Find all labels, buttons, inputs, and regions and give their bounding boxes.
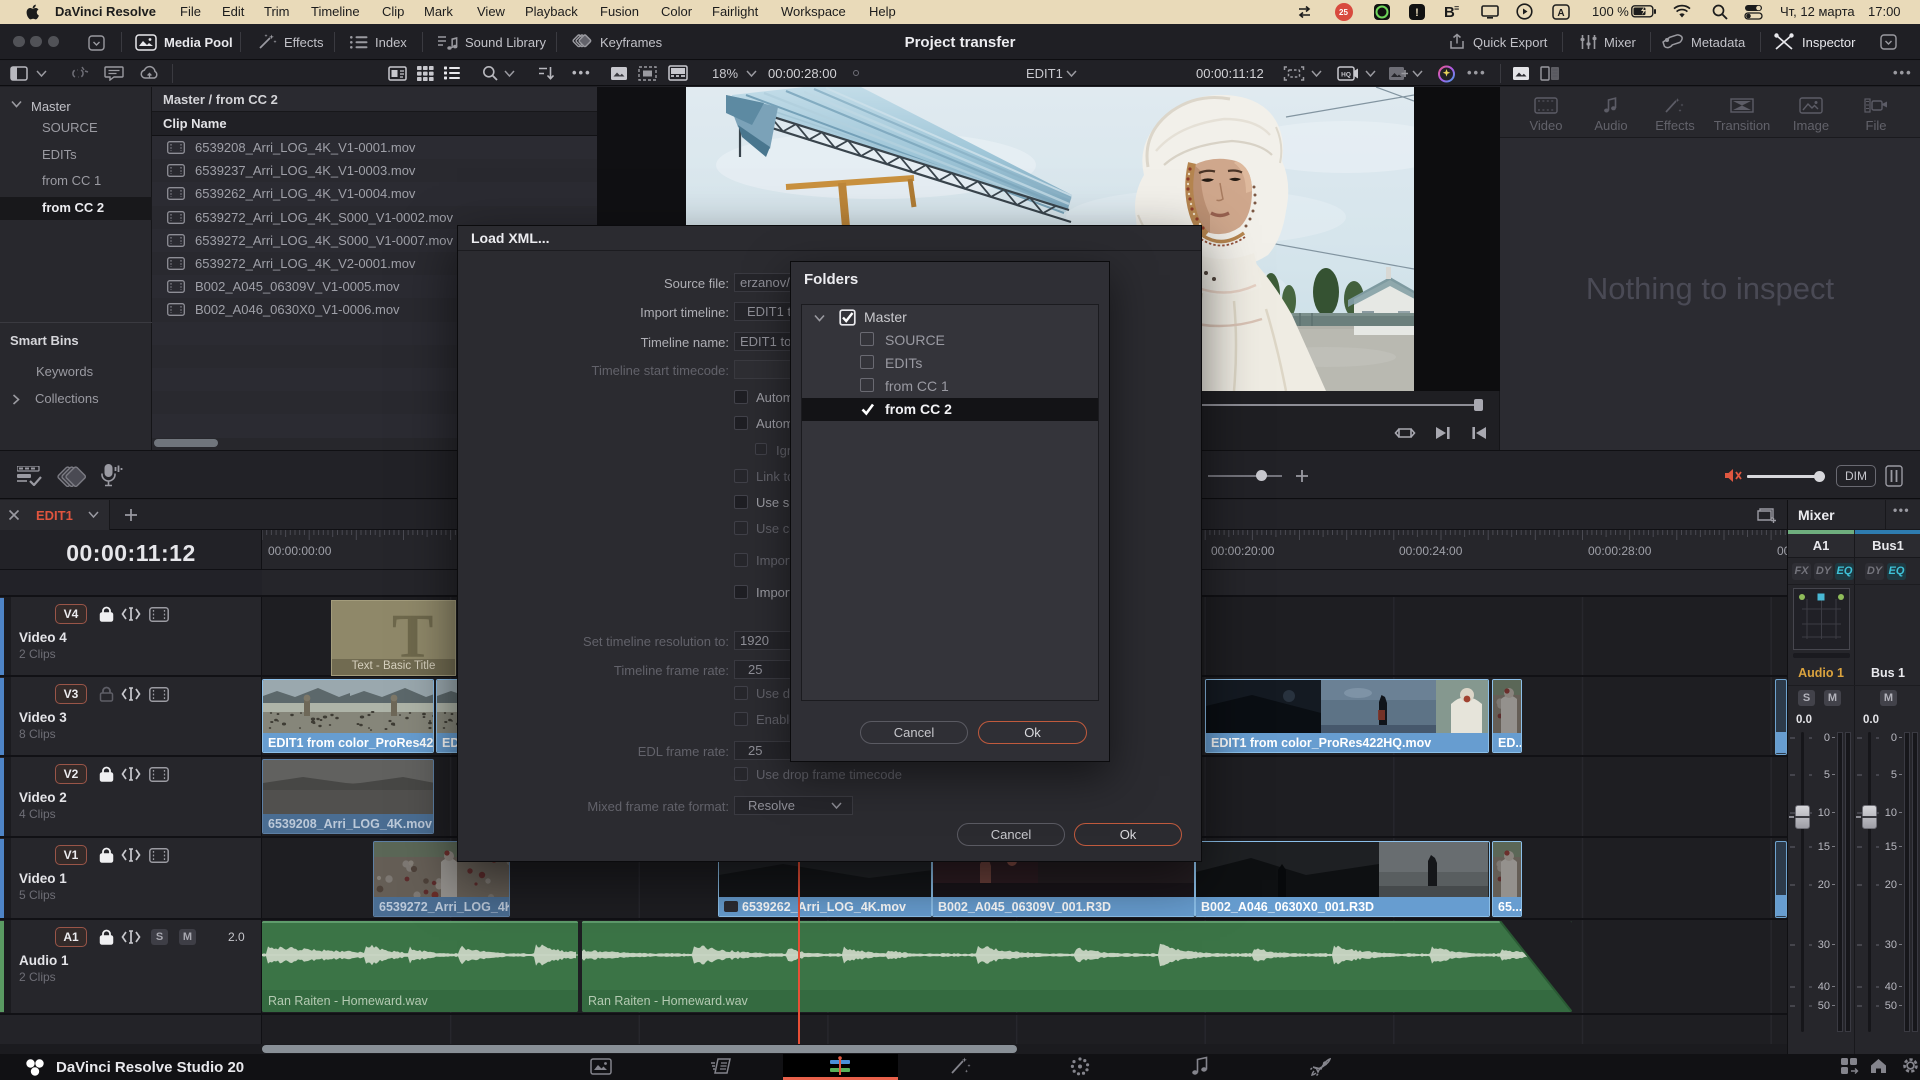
svg-text:HQ: HQ — [1341, 72, 1351, 79]
svg-text:A: A — [1557, 8, 1564, 19]
svg-text:!: ! — [1415, 7, 1419, 19]
